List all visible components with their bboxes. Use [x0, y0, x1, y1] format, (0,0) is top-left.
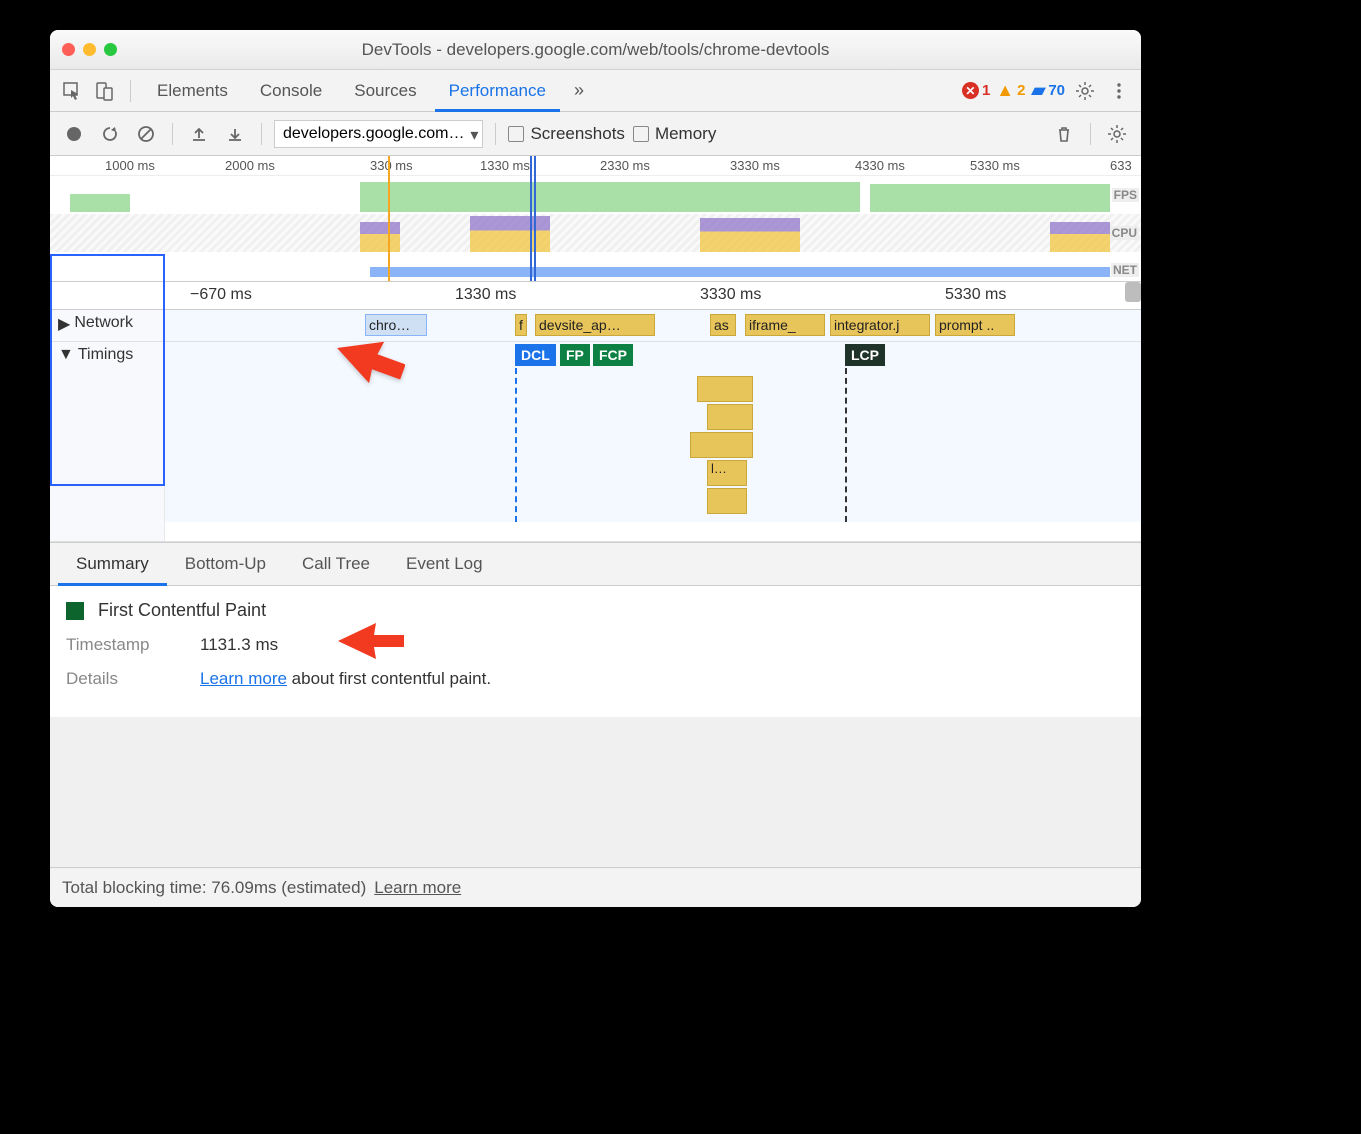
- flame-chart[interactable]: −670 ms 1330 ms 3330 ms 5330 ms ▶Network…: [50, 282, 1141, 542]
- devtools-window: DevTools - developers.google.com/web/too…: [50, 30, 1141, 907]
- details-label: Details: [66, 669, 186, 689]
- timestamp-label: Timestamp: [66, 635, 186, 655]
- capture-settings-icon[interactable]: [1103, 120, 1131, 148]
- frame-marker: [388, 156, 390, 281]
- error-count[interactable]: ✕1: [962, 82, 990, 99]
- perf-toolbar: developers.google.com… Screenshots Memor…: [50, 112, 1141, 156]
- details-tabbar: Summary Bottom-Up Call Tree Event Log: [50, 542, 1141, 586]
- memory-checkbox[interactable]: Memory: [633, 124, 716, 144]
- upload-icon[interactable]: [185, 120, 213, 148]
- separator: [495, 123, 496, 145]
- event-color-swatch: [66, 602, 84, 620]
- minimize-icon[interactable]: [83, 43, 96, 56]
- download-icon[interactable]: [221, 120, 249, 148]
- network-item[interactable]: iframe_: [745, 314, 825, 336]
- timing-fp[interactable]: FP: [560, 344, 590, 366]
- record-button[interactable]: [60, 120, 88, 148]
- track-network: ▶Network chro… f devsite_ap… as iframe_ …: [50, 310, 1141, 342]
- network-item[interactable]: chro…: [365, 314, 427, 336]
- track-timings: ▼Timings DCL FP FCP LCP l…: [50, 342, 1141, 542]
- pane-tab-calltree[interactable]: Call Tree: [284, 542, 388, 586]
- overview-selection[interactable]: [530, 156, 536, 281]
- traffic-lights: [62, 43, 117, 56]
- close-icon[interactable]: [62, 43, 75, 56]
- footer-learn-more-link[interactable]: Learn more: [374, 878, 461, 898]
- task-bar[interactable]: l…: [707, 460, 747, 486]
- settings-icon[interactable]: [1071, 77, 1099, 105]
- annotation-arrow-icon: [335, 338, 405, 403]
- screenshots-checkbox[interactable]: Screenshots: [508, 124, 625, 144]
- event-title: First Contentful Paint: [98, 600, 266, 621]
- network-item[interactable]: as: [710, 314, 736, 336]
- window-title: DevTools - developers.google.com/web/too…: [50, 40, 1141, 60]
- network-item[interactable]: devsite_ap…: [535, 314, 655, 336]
- overview-ruler: 1000 ms 2000 ms 330 ms 1330 ms 2330 ms 3…: [50, 156, 1141, 176]
- clear-icon[interactable]: [132, 120, 160, 148]
- network-item[interactable]: prompt ..: [935, 314, 1015, 336]
- empty-area: [50, 717, 1141, 867]
- task-bar[interactable]: [707, 404, 753, 430]
- status-footer: Total blocking time: 76.09ms (estimated)…: [50, 867, 1141, 907]
- tab-elements[interactable]: Elements: [143, 70, 242, 112]
- task-bar[interactable]: [690, 432, 753, 458]
- timing-marker-line: [515, 368, 517, 522]
- maximize-icon[interactable]: [104, 43, 117, 56]
- network-item[interactable]: f: [515, 314, 527, 336]
- warning-count[interactable]: ▲2: [996, 80, 1025, 101]
- separator: [1090, 123, 1091, 145]
- main-tabbar: Elements Console Sources Performance » ✕…: [50, 70, 1141, 112]
- separator: [172, 123, 173, 145]
- recording-dropdown[interactable]: developers.google.com…: [274, 120, 483, 148]
- vertical-scrollbar[interactable]: [1125, 282, 1141, 302]
- tabs-overflow-icon[interactable]: »: [564, 80, 594, 101]
- timestamp-value: 1131.3 ms: [200, 635, 278, 655]
- overview-cpu-lane: CPU: [50, 214, 1141, 252]
- overview-fps-lane: FPS: [50, 176, 1141, 214]
- chevron-down-icon: ▼: [58, 346, 74, 364]
- annotation-arrow-icon: [338, 621, 408, 676]
- overview-net-lane: NET: [50, 263, 1141, 281]
- summary-panel: First Contentful Paint Timestamp 1131.3 …: [50, 586, 1141, 717]
- task-bar[interactable]: [697, 376, 753, 402]
- message-count[interactable]: ▰70: [1031, 80, 1065, 101]
- chevron-right-icon: ▶: [58, 314, 70, 334]
- device-icon[interactable]: [90, 77, 118, 105]
- track-network-toggle[interactable]: ▶Network: [50, 310, 165, 341]
- task-bar[interactable]: [707, 488, 747, 514]
- pane-tab-eventlog[interactable]: Event Log: [388, 542, 501, 586]
- learn-more-link[interactable]: Learn more: [200, 669, 287, 688]
- timing-fcp[interactable]: FCP: [593, 344, 633, 366]
- tab-performance[interactable]: Performance: [435, 70, 560, 112]
- more-icon[interactable]: [1105, 77, 1133, 105]
- tab-console[interactable]: Console: [246, 70, 336, 112]
- blocking-time-text: Total blocking time: 76.09ms (estimated): [62, 878, 366, 898]
- trash-icon[interactable]: [1050, 120, 1078, 148]
- timing-marker-line: [845, 368, 847, 522]
- track-timings-toggle[interactable]: ▼Timings: [50, 342, 165, 541]
- track-ruler: −670 ms 1330 ms 3330 ms 5330 ms: [50, 282, 1141, 310]
- inspect-icon[interactable]: [58, 77, 86, 105]
- reload-icon[interactable]: [96, 120, 124, 148]
- separator: [130, 80, 131, 102]
- titlebar: DevTools - developers.google.com/web/too…: [50, 30, 1141, 70]
- overview-timeline[interactable]: 1000 ms 2000 ms 330 ms 1330 ms 2330 ms 3…: [50, 156, 1141, 282]
- pane-tab-summary[interactable]: Summary: [58, 542, 167, 586]
- network-item[interactable]: integrator.j: [830, 314, 930, 336]
- timing-lcp[interactable]: LCP: [845, 344, 885, 366]
- timing-dcl[interactable]: DCL: [515, 344, 556, 366]
- separator: [261, 123, 262, 145]
- tab-sources[interactable]: Sources: [340, 70, 430, 112]
- pane-tab-bottomup[interactable]: Bottom-Up: [167, 542, 284, 586]
